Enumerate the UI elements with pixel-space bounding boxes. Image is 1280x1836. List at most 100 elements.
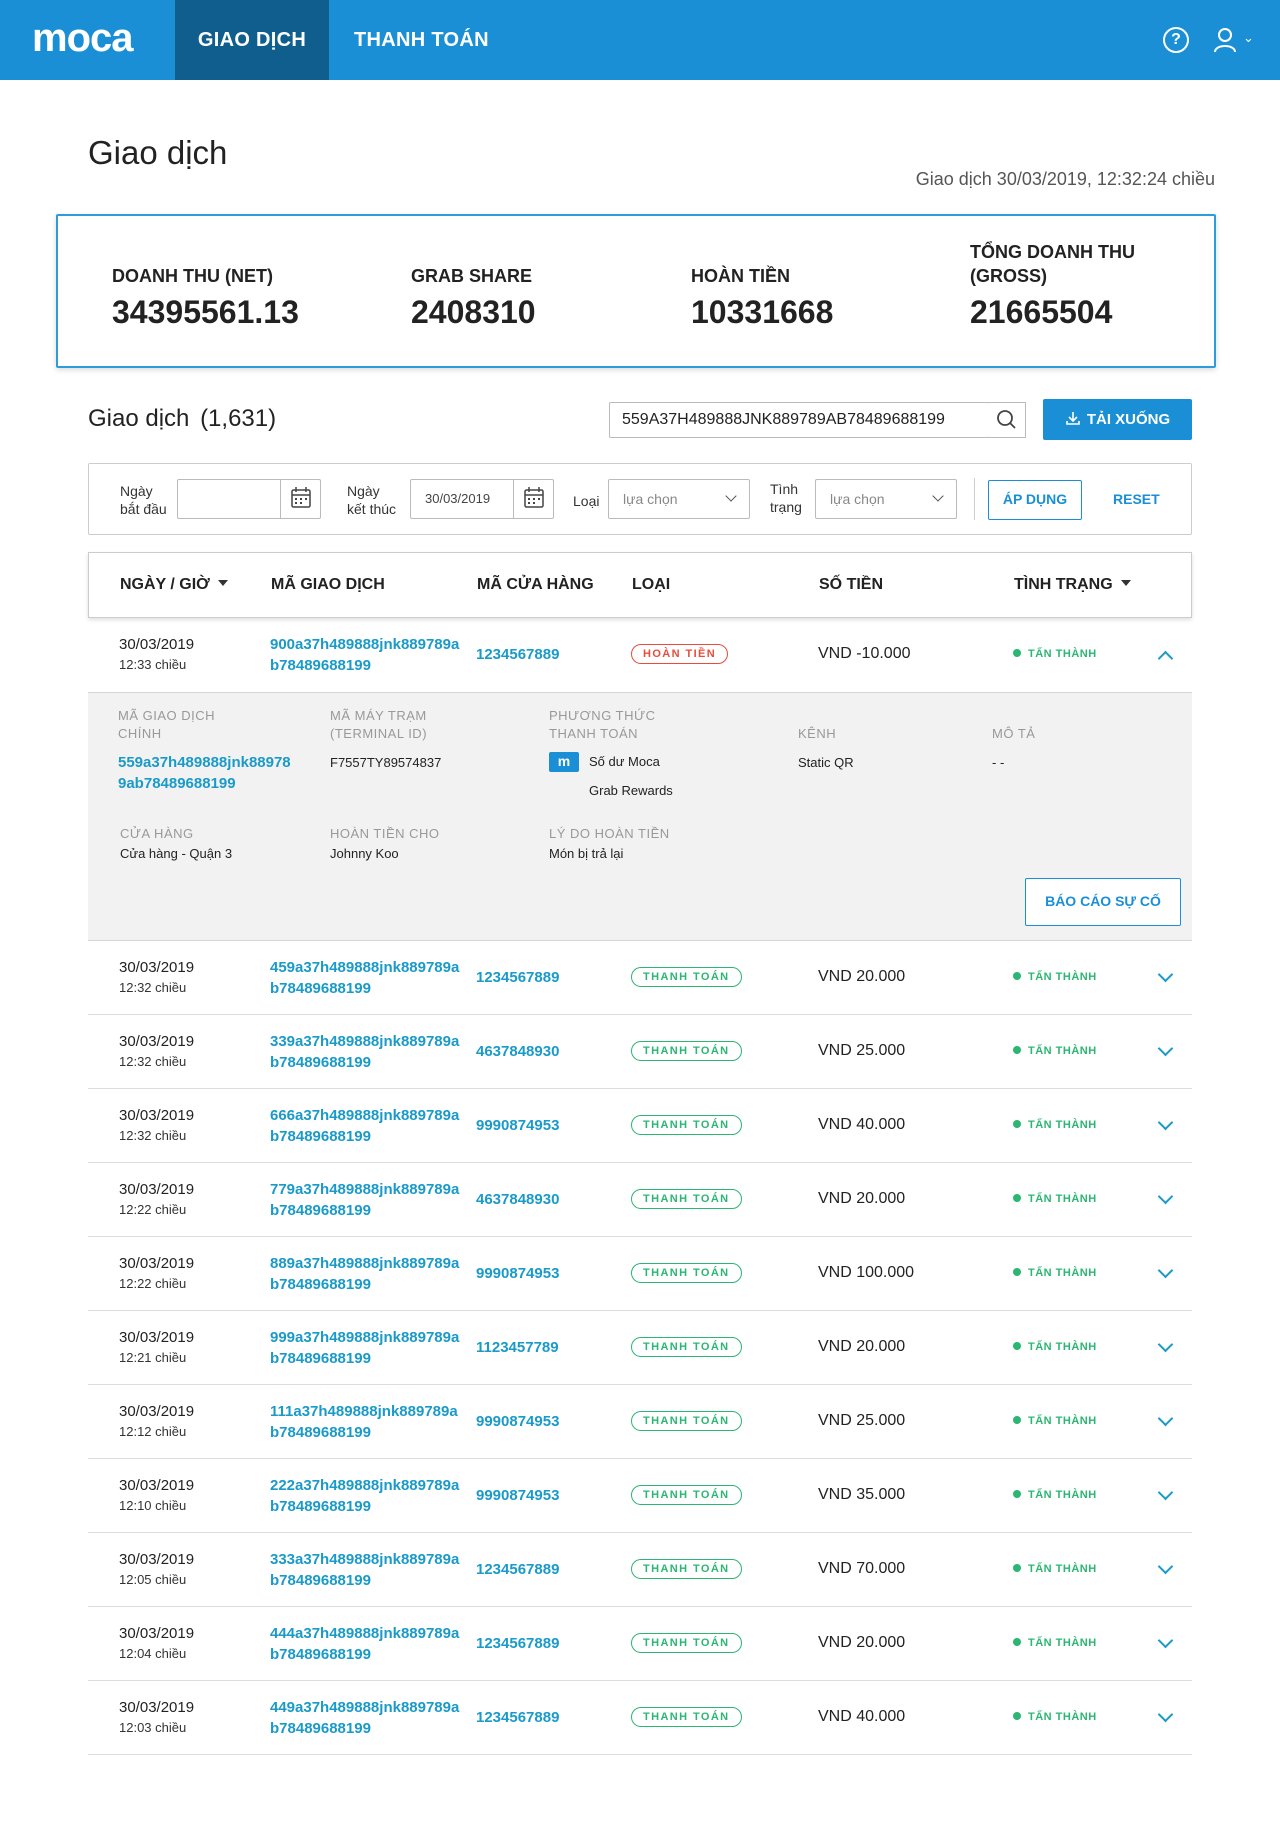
transaction-id-link[interactable]: 459a37h489888jnk889789ab78489688199 xyxy=(270,957,460,999)
refund-reason-label: LÝ DO HOÀN TIỀN xyxy=(549,826,670,841)
chevron-down-icon[interactable] xyxy=(1157,1336,1174,1353)
stat-value: 34395561.13 xyxy=(112,294,299,330)
table-row[interactable]: 30/03/2019 12:10 chiều 222a37h489888jnk8… xyxy=(88,1459,1192,1533)
chevron-down-icon[interactable] xyxy=(1157,1558,1174,1575)
chevron-down-icon[interactable] xyxy=(1157,1188,1174,1205)
table-row[interactable]: 30/03/2019 12:03 chiều 449a37h489888jnk8… xyxy=(88,1681,1192,1755)
status-badge: TẤN THÀNH xyxy=(1013,1563,1097,1575)
table-row[interactable]: 30/03/2019 12:32 chiều 459a37h489888jnk8… xyxy=(88,941,1192,1015)
end-date-field[interactable]: 30/03/2019 xyxy=(410,479,554,519)
table-row[interactable]: 30/03/2019 12:22 chiều 889a37h489888jnk8… xyxy=(88,1237,1192,1311)
type-badge: THANH TOÁN xyxy=(631,1263,742,1283)
transaction-id-link[interactable]: 111a37h489888jnk889789ab78489688199 xyxy=(270,1401,460,1443)
table-row[interactable]: 30/03/2019 12:32 chiều 666a37h489888jnk8… xyxy=(88,1089,1192,1163)
report-issue-button[interactable]: BÁO CÁO SỰ CỐ xyxy=(1025,878,1181,926)
store-id-link[interactable]: 1123457789 xyxy=(476,1339,559,1356)
table-row[interactable]: 30/03/2019 12:33 chiều 900a37h489888jnk8… xyxy=(88,618,1192,692)
store-id-link[interactable]: 1234567889 xyxy=(476,969,559,986)
row-date-value: 30/03/2019 xyxy=(119,1551,195,1568)
store-id-link[interactable]: 9990874953 xyxy=(476,1413,559,1430)
chevron-down-icon[interactable] xyxy=(1157,1706,1174,1723)
status-badge: TẤN THÀNH xyxy=(1013,648,1097,660)
table-row[interactable]: 30/03/2019 12:05 chiều 333a37h489888jnk8… xyxy=(88,1533,1192,1607)
chevron-down-icon[interactable] xyxy=(1157,1262,1174,1279)
moca-logo[interactable]: moca xyxy=(32,16,133,61)
payment-method-value: m Số dư Moca xyxy=(549,752,660,772)
store-id-link[interactable]: 1234567889 xyxy=(476,646,559,663)
status-text: TẤN THÀNH xyxy=(1028,971,1097,983)
status-select[interactable]: lựa chọn xyxy=(815,479,957,519)
store-id-link[interactable]: 1234567889 xyxy=(476,1635,559,1652)
chevron-down-icon[interactable] xyxy=(1157,1040,1174,1057)
label-line: MÃ GIAO DỊCH xyxy=(118,708,216,723)
col-date[interactable]: NGÀY / GIỜ xyxy=(120,576,228,594)
type-label: Loại xyxy=(573,493,600,509)
refund-to-value: Johnny Koo xyxy=(330,846,399,861)
store-id-link[interactable]: 1234567889 xyxy=(476,1709,559,1726)
row-date-value: 30/03/2019 xyxy=(119,1625,195,1642)
stat-value: 10331668 xyxy=(691,294,834,330)
transaction-id-link[interactable]: 449a37h489888jnk889789ab78489688199 xyxy=(270,1697,460,1739)
row-date: 30/03/2019 12:33 chiều xyxy=(119,635,194,675)
row-time-value: 12:10 chiều xyxy=(119,1498,187,1513)
type-select[interactable]: lựa chọn xyxy=(608,479,750,519)
table-row[interactable]: 30/03/2019 12:21 chiều 999a37h489888jnk8… xyxy=(88,1311,1192,1385)
chevron-down-icon[interactable] xyxy=(1157,1632,1174,1649)
row-amount: VND 40.000 xyxy=(818,1708,906,1725)
chevron-down-icon[interactable] xyxy=(1157,966,1174,983)
chevron-down-icon[interactable] xyxy=(1157,1484,1174,1501)
status-text: TẤN THÀNH xyxy=(1028,1563,1097,1575)
reset-button[interactable]: RESET xyxy=(1113,491,1160,507)
table-row[interactable]: 30/03/2019 12:04 chiều 444a37h489888jnk8… xyxy=(88,1607,1192,1681)
chevron-down-icon[interactable] xyxy=(1157,1410,1174,1427)
col-status[interactable]: TÌNH TRẠNG xyxy=(1014,576,1131,594)
search-input[interactable] xyxy=(610,403,990,437)
calendar-icon[interactable] xyxy=(513,480,553,518)
type-badge: HOÀN TIỀN xyxy=(631,644,729,664)
table-row[interactable]: 30/03/2019 12:22 chiều 779a37h489888jnk8… xyxy=(88,1163,1192,1237)
store-id-link[interactable]: 4637848930 xyxy=(476,1191,559,1208)
chevron-down-icon[interactable]: ⌄ xyxy=(1243,30,1254,46)
col-store-id: MÃ CỬA HÀNG xyxy=(477,576,594,593)
row-date-value: 30/03/2019 xyxy=(119,959,195,976)
search-button[interactable] xyxy=(988,402,1026,438)
transaction-id-link[interactable]: 889a37h489888jnk889789ab78489688199 xyxy=(270,1253,460,1295)
transaction-id-link[interactable]: 222a37h489888jnk889789ab78489688199 xyxy=(270,1475,460,1517)
transaction-id-link[interactable]: 779a37h489888jnk889789ab78489688199 xyxy=(270,1179,460,1221)
transaction-id-link[interactable]: 339a37h489888jnk889789ab78489688199 xyxy=(270,1031,460,1073)
help-icon[interactable]: ? xyxy=(1163,27,1189,53)
status-text: TẤN THÀNH xyxy=(1028,1637,1097,1649)
transaction-id-link[interactable]: 900a37h489888jnk889789ab78489688199 xyxy=(270,634,460,676)
tab-giao-dich[interactable]: GIAO DỊCH xyxy=(175,0,329,80)
store-id-link[interactable]: 9990874953 xyxy=(476,1487,559,1504)
store-id-link[interactable]: 4637848930 xyxy=(476,1043,559,1060)
apply-button[interactable]: ÁP DỤNG xyxy=(988,480,1082,520)
row-date-value: 30/03/2019 xyxy=(119,636,195,653)
col-transaction-id: MÃ GIAO DỊCH xyxy=(271,576,385,593)
status-dot-icon xyxy=(1013,1490,1021,1499)
transaction-id-link[interactable]: 444a37h489888jnk889789ab78489688199 xyxy=(270,1623,460,1665)
chevron-down-icon[interactable] xyxy=(1157,1114,1174,1131)
row-date-value: 30/03/2019 xyxy=(119,1107,195,1124)
status-badge: TẤN THÀNH xyxy=(1013,1119,1097,1131)
store-id-link[interactable]: 9990874953 xyxy=(476,1265,559,1282)
transaction-id-link[interactable]: 333a37h489888jnk889789ab78489688199 xyxy=(270,1549,460,1591)
store-id-link[interactable]: 9990874953 xyxy=(476,1117,559,1134)
download-button[interactable]: TẢI XUỐNG xyxy=(1043,399,1192,440)
main-transaction-id-link[interactable]: 559a37h489888jnk889789ab78489688199 xyxy=(118,752,298,794)
store-id-link[interactable]: 1234567889 xyxy=(476,1561,559,1578)
transaction-id-link[interactable]: 666a37h489888jnk889789ab78489688199 xyxy=(270,1105,460,1147)
start-date-field[interactable] xyxy=(177,479,321,519)
calendar-icon[interactable] xyxy=(280,480,320,518)
status-dot-icon xyxy=(1013,1712,1021,1721)
type-badge: THANH TOÁN xyxy=(631,1337,742,1357)
user-icon[interactable] xyxy=(1213,27,1237,53)
chevron-up-icon[interactable] xyxy=(1157,650,1174,667)
status-badge: TẤN THÀNH xyxy=(1013,1193,1097,1205)
transaction-id-link[interactable]: 999a37h489888jnk889789ab78489688199 xyxy=(270,1327,460,1369)
tab-thanh-toan[interactable]: THANH TOÁN xyxy=(352,0,491,80)
status-badge: TẤN THÀNH xyxy=(1013,1711,1097,1723)
table-row[interactable]: 30/03/2019 12:12 chiều 111a37h489888jnk8… xyxy=(88,1385,1192,1459)
table-row[interactable]: 30/03/2019 12:32 chiều 339a37h489888jnk8… xyxy=(88,1015,1192,1089)
stat-label: DOANH THU (NET) xyxy=(112,266,273,286)
